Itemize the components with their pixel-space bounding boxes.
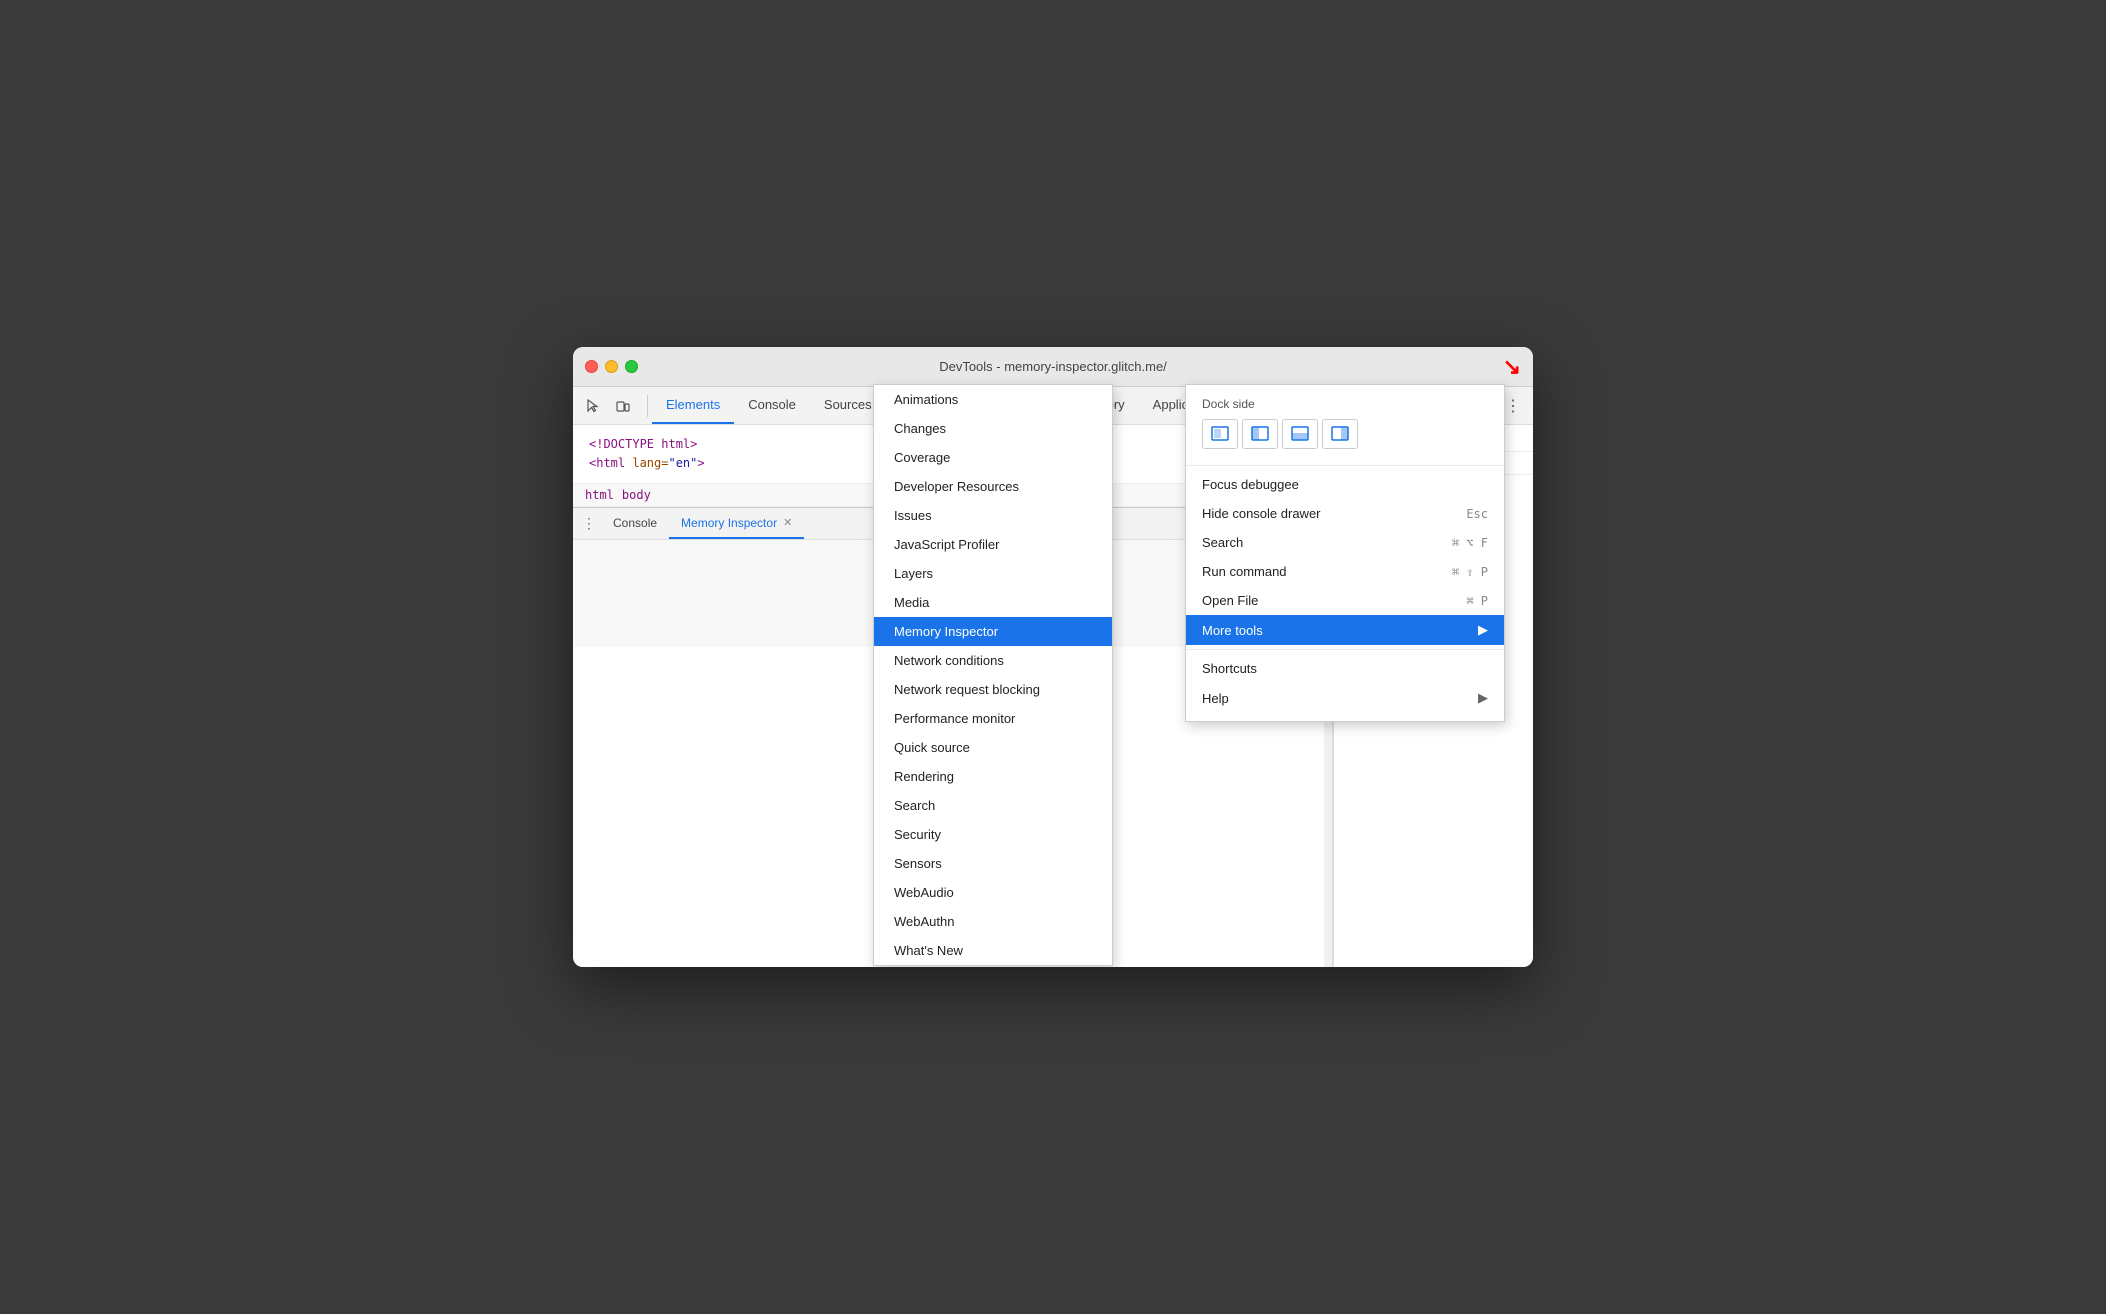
menu-whats-new[interactable]: What's New <box>874 936 1112 965</box>
arrow-icon: ↘ <box>1503 354 1521 380</box>
tab-elements[interactable]: Elements <box>652 387 734 424</box>
lang-attr: lang= <box>632 456 668 470</box>
menu-network-conditions[interactable]: Network conditions <box>874 646 1112 675</box>
html-tag-close: > <box>697 456 704 470</box>
drawer-tab-memory-inspector[interactable]: Memory Inspector ✕ <box>669 508 804 539</box>
breadcrumb-body[interactable]: body <box>622 488 651 502</box>
devtools-body: <!DOCTYPE html> <html lang="en"> html bo… <box>573 425 1533 967</box>
menu-memory-inspector[interactable]: Memory Inspector <box>874 617 1112 646</box>
title-bar: DevTools - memory-inspector.glitch.me/ ↘ <box>573 347 1533 387</box>
more-tools-dropdown: Animations Changes Coverage Developer Re… <box>873 425 1113 966</box>
settings-divider-2 <box>1186 649 1504 650</box>
toolbar-divider <box>647 395 648 417</box>
settings-shortcuts[interactable]: Shortcuts <box>1186 654 1504 683</box>
settings-hide-console-drawer[interactable]: Hide console drawer Esc <box>1186 499 1504 528</box>
settings-search[interactable]: Search ⌘ ⌥ F <box>1186 528 1504 557</box>
traffic-lights <box>585 360 638 373</box>
lang-val: "en" <box>668 456 697 470</box>
tab-console[interactable]: Console <box>734 387 810 424</box>
settings-more-tools[interactable]: More tools ▶ <box>1186 615 1504 645</box>
cursor-icon-button[interactable] <box>579 392 607 420</box>
menu-changes[interactable]: Changes <box>874 425 1112 443</box>
close-tab-icon[interactable]: ✕ <box>783 516 792 529</box>
menu-quick-source[interactable]: Quick source <box>874 733 1112 762</box>
doctype-tag: <!DOCTYPE html> <box>589 437 697 451</box>
settings-focus-debuggee[interactable]: Focus debuggee <box>1186 470 1504 499</box>
devtools-window: DevTools - memory-inspector.glitch.me/ ↘… <box>573 347 1533 967</box>
menu-performance-monitor[interactable]: Performance monitor <box>874 704 1112 733</box>
menu-network-request-blocking[interactable]: Network request blocking <box>874 675 1112 704</box>
device-toggle-button[interactable] <box>609 392 637 420</box>
settings-help[interactable]: Help ▶ <box>1186 683 1504 713</box>
toolbar-left-icons <box>579 392 637 420</box>
menu-coverage[interactable]: Coverage <box>874 443 1112 472</box>
menu-issues[interactable]: Issues <box>874 501 1112 530</box>
dock-bottom-button[interactable] <box>1282 425 1318 449</box>
settings-open-file[interactable]: Open File ⌘ P <box>1186 586 1504 615</box>
dock-side-section: Dock side <box>1186 425 1504 461</box>
settings-divider-1 <box>1186 465 1504 466</box>
minimize-button[interactable] <box>605 360 618 373</box>
menu-webauthn[interactable]: WebAuthn <box>874 907 1112 936</box>
dock-right-button[interactable] <box>1322 425 1358 449</box>
drawer-options-icon[interactable]: ⋮ <box>577 512 601 536</box>
menu-search[interactable]: Search <box>874 791 1112 820</box>
settings-run-command[interactable]: Run command ⌘ ⇧ P <box>1186 557 1504 586</box>
menu-developer-resources[interactable]: Developer Resources <box>874 472 1112 501</box>
breadcrumb-html[interactable]: html <box>585 488 614 502</box>
menu-media[interactable]: Media <box>874 588 1112 617</box>
menu-rendering[interactable]: Rendering <box>874 762 1112 791</box>
menu-security[interactable]: Security <box>874 820 1112 849</box>
menu-sensors[interactable]: Sensors <box>874 849 1112 878</box>
settings-panel: Dock side <box>1185 425 1505 722</box>
html-tag: <html <box>589 456 632 470</box>
dock-buttons <box>1202 425 1488 449</box>
dock-left-button[interactable] <box>1242 425 1278 449</box>
menu-js-profiler[interactable]: JavaScript Profiler <box>874 530 1112 559</box>
maximize-button[interactable] <box>625 360 638 373</box>
menu-layers[interactable]: Layers <box>874 559 1112 588</box>
help-arrow-icon: ▶ <box>1478 690 1488 706</box>
window-title: DevTools - memory-inspector.glitch.me/ <box>939 359 1167 374</box>
drawer-tab-console[interactable]: Console <box>601 508 669 539</box>
dock-undock-button[interactable] <box>1202 425 1238 449</box>
close-button[interactable] <box>585 360 598 373</box>
menu-webaudio[interactable]: WebAudio <box>874 878 1112 907</box>
more-tools-arrow-icon: ▶ <box>1478 622 1488 638</box>
